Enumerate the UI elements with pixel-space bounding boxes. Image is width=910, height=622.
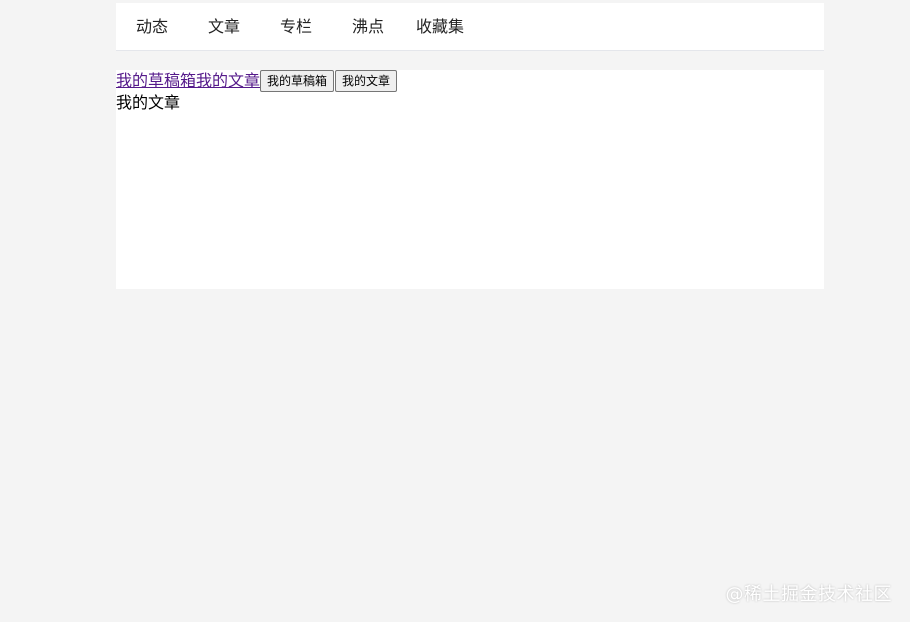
- current-view-text: 我的文章: [116, 93, 181, 112]
- nav-item-dynamic[interactable]: 动态: [136, 3, 168, 51]
- my-articles-button[interactable]: 我的文章: [335, 70, 398, 92]
- my-articles-link[interactable]: 我的文章: [196, 70, 260, 92]
- nav-item-columns[interactable]: 专栏: [280, 3, 312, 51]
- watermark: @稀土掘金技术社区: [725, 584, 892, 605]
- drafts-button[interactable]: 我的草稿箱: [260, 70, 335, 92]
- view-switcher-row: 我的草稿箱 我的文章 我的草稿箱 我的文章: [116, 70, 398, 92]
- nav-item-articles[interactable]: 文章: [208, 3, 240, 51]
- nav-item-collections[interactable]: 收藏集: [416, 3, 464, 51]
- drafts-link[interactable]: 我的草稿箱: [116, 70, 196, 92]
- content-panel: 我的草稿箱 我的文章 我的草稿箱 我的文章 我的文章: [116, 70, 824, 289]
- page: 动态 文章 专栏 沸点 收藏集 我的草稿箱 我的文章 我的草稿箱 我的文章 我的…: [0, 0, 910, 622]
- nav-item-pins[interactable]: 沸点: [352, 3, 384, 51]
- top-nav: 动态 文章 专栏 沸点 收藏集: [116, 3, 824, 51]
